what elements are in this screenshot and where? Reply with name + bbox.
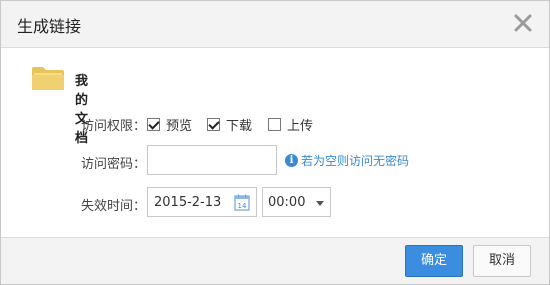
- expiry-time-value: 00:00: [268, 195, 306, 210]
- calendar-day: 14: [238, 202, 247, 210]
- download-checkbox-label[interactable]: 下载: [226, 115, 252, 134]
- permission-row: 访问权限： 预览 下载 上传: [1, 111, 549, 143]
- preview-checkbox[interactable]: [147, 118, 160, 131]
- download-checkbox-wrap[interactable]: 下载: [207, 115, 252, 134]
- dialog-header: 生成链接: [1, 1, 549, 48]
- password-hint-text: 若为空则访问无密码: [301, 154, 410, 168]
- dialog-footer: 确定 取消: [1, 237, 549, 284]
- close-icon[interactable]: [513, 13, 533, 33]
- permission-label: 访问权限：: [81, 119, 147, 134]
- expiry-date-value: 2015-2-13: [154, 195, 222, 210]
- password-hint: i 若为空则访问无密码: [285, 152, 409, 169]
- preview-checkbox-label[interactable]: 预览: [166, 115, 192, 134]
- expiry-row: 失效时间： 2015-2-13 14 00:00: [1, 187, 549, 219]
- folder-icon: [31, 65, 65, 91]
- info-icon: i: [285, 154, 298, 167]
- cancel-button[interactable]: 取消: [473, 245, 531, 277]
- generate-link-dialog: 生成链接 我的文档 访问权限： 预览 下载 上传 访问密码： i 若为空则访问无…: [0, 0, 550, 285]
- expiry-label: 失效时间：: [81, 199, 147, 214]
- expiry-date-input[interactable]: 2015-2-13 14: [147, 187, 257, 217]
- password-label: 访问密码：: [81, 157, 147, 172]
- preview-checkbox-wrap[interactable]: 预览: [147, 115, 192, 134]
- dialog-title: 生成链接: [17, 17, 82, 36]
- upload-checkbox-wrap[interactable]: 上传: [268, 115, 313, 134]
- calendar-icon[interactable]: 14: [234, 194, 250, 211]
- password-row: 访问密码： i 若为空则访问无密码: [1, 145, 549, 177]
- expiry-time-select[interactable]: 00:00: [262, 187, 331, 217]
- upload-checkbox-label[interactable]: 上传: [287, 115, 313, 134]
- password-input[interactable]: [147, 145, 277, 175]
- download-checkbox[interactable]: [207, 118, 220, 131]
- confirm-button[interactable]: 确定: [405, 245, 463, 277]
- upload-checkbox[interactable]: [268, 118, 281, 131]
- chevron-down-icon: [316, 201, 324, 206]
